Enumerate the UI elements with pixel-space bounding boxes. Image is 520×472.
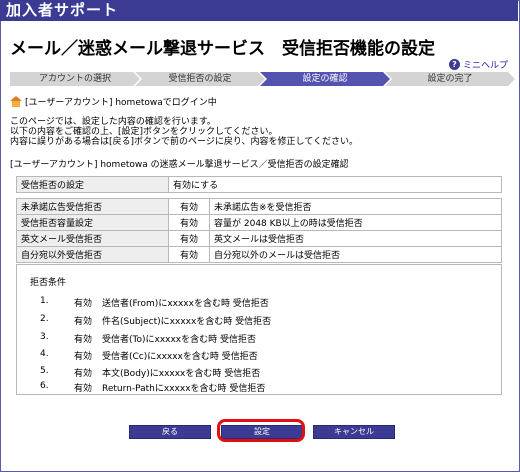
condition-item: 5. 有効 本文(Body)にxxxxxを含む時 受信拒否 xyxy=(40,366,260,379)
rule-label: 受信拒否容量設定 xyxy=(16,214,169,231)
app-header: 加入者サポート xyxy=(0,0,518,21)
intro-line: 以下の内容をご確認の上、[設定]ボタンをクリックしてください。 xyxy=(10,127,278,137)
rule-status: 有効 xyxy=(168,230,210,247)
cancel-button[interactable]: キャンセル xyxy=(313,425,395,439)
condition-number: 2. xyxy=(40,314,49,324)
conditions-title: 拒否条件 xyxy=(30,278,67,288)
step-complete: 設定の完了 xyxy=(385,72,515,86)
table-row: 受信拒否の設定 有効にする xyxy=(16,176,502,193)
intro-line: 内容に誤りがある場合は[戻る]ボタンで前のページに戻り、内容を修正してください。 xyxy=(10,137,358,147)
rule-desc: 未承諾広告※を受信拒否 xyxy=(209,198,502,215)
rule-status: 有効 xyxy=(168,214,210,231)
condition-status: 有効 xyxy=(74,352,93,362)
condition-text: Return-Pathにxxxxxを含む時 受信拒否 xyxy=(102,384,266,394)
page-title: メール／迷惑メール撃退サービス 受信拒否機能の設定 xyxy=(10,39,435,59)
table-row: 未承諾広告受信拒否 有効 未承諾広告※を受信拒否 xyxy=(16,198,502,215)
step-reject-settings: 受信拒否の設定 xyxy=(135,72,265,86)
setting-value: 有効にする xyxy=(168,176,502,193)
table-row: 英文メール受信拒否 有効 英文メールは受信拒否 xyxy=(16,230,502,247)
login-status: [ユーザーアカウント] hometowaでログイン中 xyxy=(10,95,217,108)
condition-item: 3. 有効 受信者(To)にxxxxxを含む時 受信拒否 xyxy=(40,332,256,345)
condition-item: 1. 有効 送信者(From)にxxxxxを含む時 受信拒否 xyxy=(40,296,269,309)
condition-number: 1. xyxy=(40,296,49,306)
brand-title: 加入者サポート xyxy=(6,1,119,19)
rule-desc: 英文メールは受信拒否 xyxy=(209,230,502,247)
submit-highlight xyxy=(217,419,305,442)
table-row: 自分宛以外受信拒否 有効 自分宛以外のメールは受信拒否 xyxy=(16,246,502,263)
rule-status: 有効 xyxy=(168,198,210,215)
condition-text: 受信者(To)にxxxxxを含む時 受信拒否 xyxy=(102,335,256,345)
conditions-box: 拒否条件 1. 有効 送信者(From)にxxxxxを含む時 受信拒否 2. 有… xyxy=(16,264,502,395)
setting-label: 受信拒否の設定 xyxy=(16,176,169,193)
condition-status: 有効 xyxy=(74,384,93,394)
condition-item: 4. 有効 受信者(Cc)にxxxxxを含む時 受信拒否 xyxy=(40,349,258,362)
condition-text: 送信者(From)にxxxxxを含む時 受信拒否 xyxy=(102,299,269,309)
condition-number: 3. xyxy=(40,332,49,342)
condition-number: 5. xyxy=(40,366,49,376)
rules-table: 未承諾広告受信拒否 有効 未承諾広告※を受信拒否 受信拒否容量設定 有効 容量が… xyxy=(16,198,502,263)
condition-number: 4. xyxy=(40,349,49,359)
back-button[interactable]: 戻る xyxy=(129,425,211,439)
setting-table: 受信拒否の設定 有効にする xyxy=(16,176,502,193)
question-icon: ? xyxy=(448,59,460,70)
intro-line: このページでは、設定した内容の確認を行います。 xyxy=(10,117,216,127)
condition-status: 有効 xyxy=(74,317,93,327)
condition-text: 本文(Body)にxxxxxを含む時 受信拒否 xyxy=(102,369,261,379)
rule-label: 未承諾広告受信拒否 xyxy=(16,198,169,215)
condition-status: 有効 xyxy=(74,335,93,345)
rule-label: 自分宛以外受信拒否 xyxy=(16,246,169,263)
intro-text: このページでは、設定した内容の確認を行います。 以下の内容をご確認の上、[設定]… xyxy=(10,117,358,147)
rule-status: 有効 xyxy=(168,246,210,263)
rule-desc: 自分宛以外のメールは受信拒否 xyxy=(209,246,502,263)
login-text: [ユーザーアカウント] hometowaでログイン中 xyxy=(25,98,217,108)
condition-text: 受信者(Cc)にxxxxxを含む時 受信拒否 xyxy=(102,352,258,362)
mini-help-label: ミニヘルプ xyxy=(462,61,508,71)
step-progress: アカウントの選択 受信拒否の設定 設定の確認 設定の完了 xyxy=(10,72,510,86)
condition-number: 6. xyxy=(40,381,49,391)
condition-text: 件名(Subject)にxxxxxを含む時 受信拒否 xyxy=(102,317,272,327)
rule-label: 英文メール受信拒否 xyxy=(16,230,169,247)
section-title: [ユーザーアカウント] hometowa の迷惑メール撃退サービス／受信拒否の設… xyxy=(10,160,349,170)
table-row: 受信拒否容量設定 有効 容量が 2048 KB以上の時は受信拒否 xyxy=(16,214,502,231)
step-select-account: アカウントの選択 xyxy=(10,72,140,86)
condition-item: 2. 有効 件名(Subject)にxxxxxを含む時 受信拒否 xyxy=(40,314,271,327)
rule-desc: 容量が 2048 KB以上の時は受信拒否 xyxy=(209,214,502,231)
step-confirm: 設定の確認 xyxy=(260,72,390,86)
condition-status: 有効 xyxy=(74,299,93,309)
home-icon xyxy=(10,96,22,107)
condition-status: 有効 xyxy=(74,369,93,379)
condition-item: 6. 有効 Return-Pathにxxxxxを含む時 受信拒否 xyxy=(40,381,265,394)
mini-help-link[interactable]: ? ミニヘルプ xyxy=(448,58,508,71)
